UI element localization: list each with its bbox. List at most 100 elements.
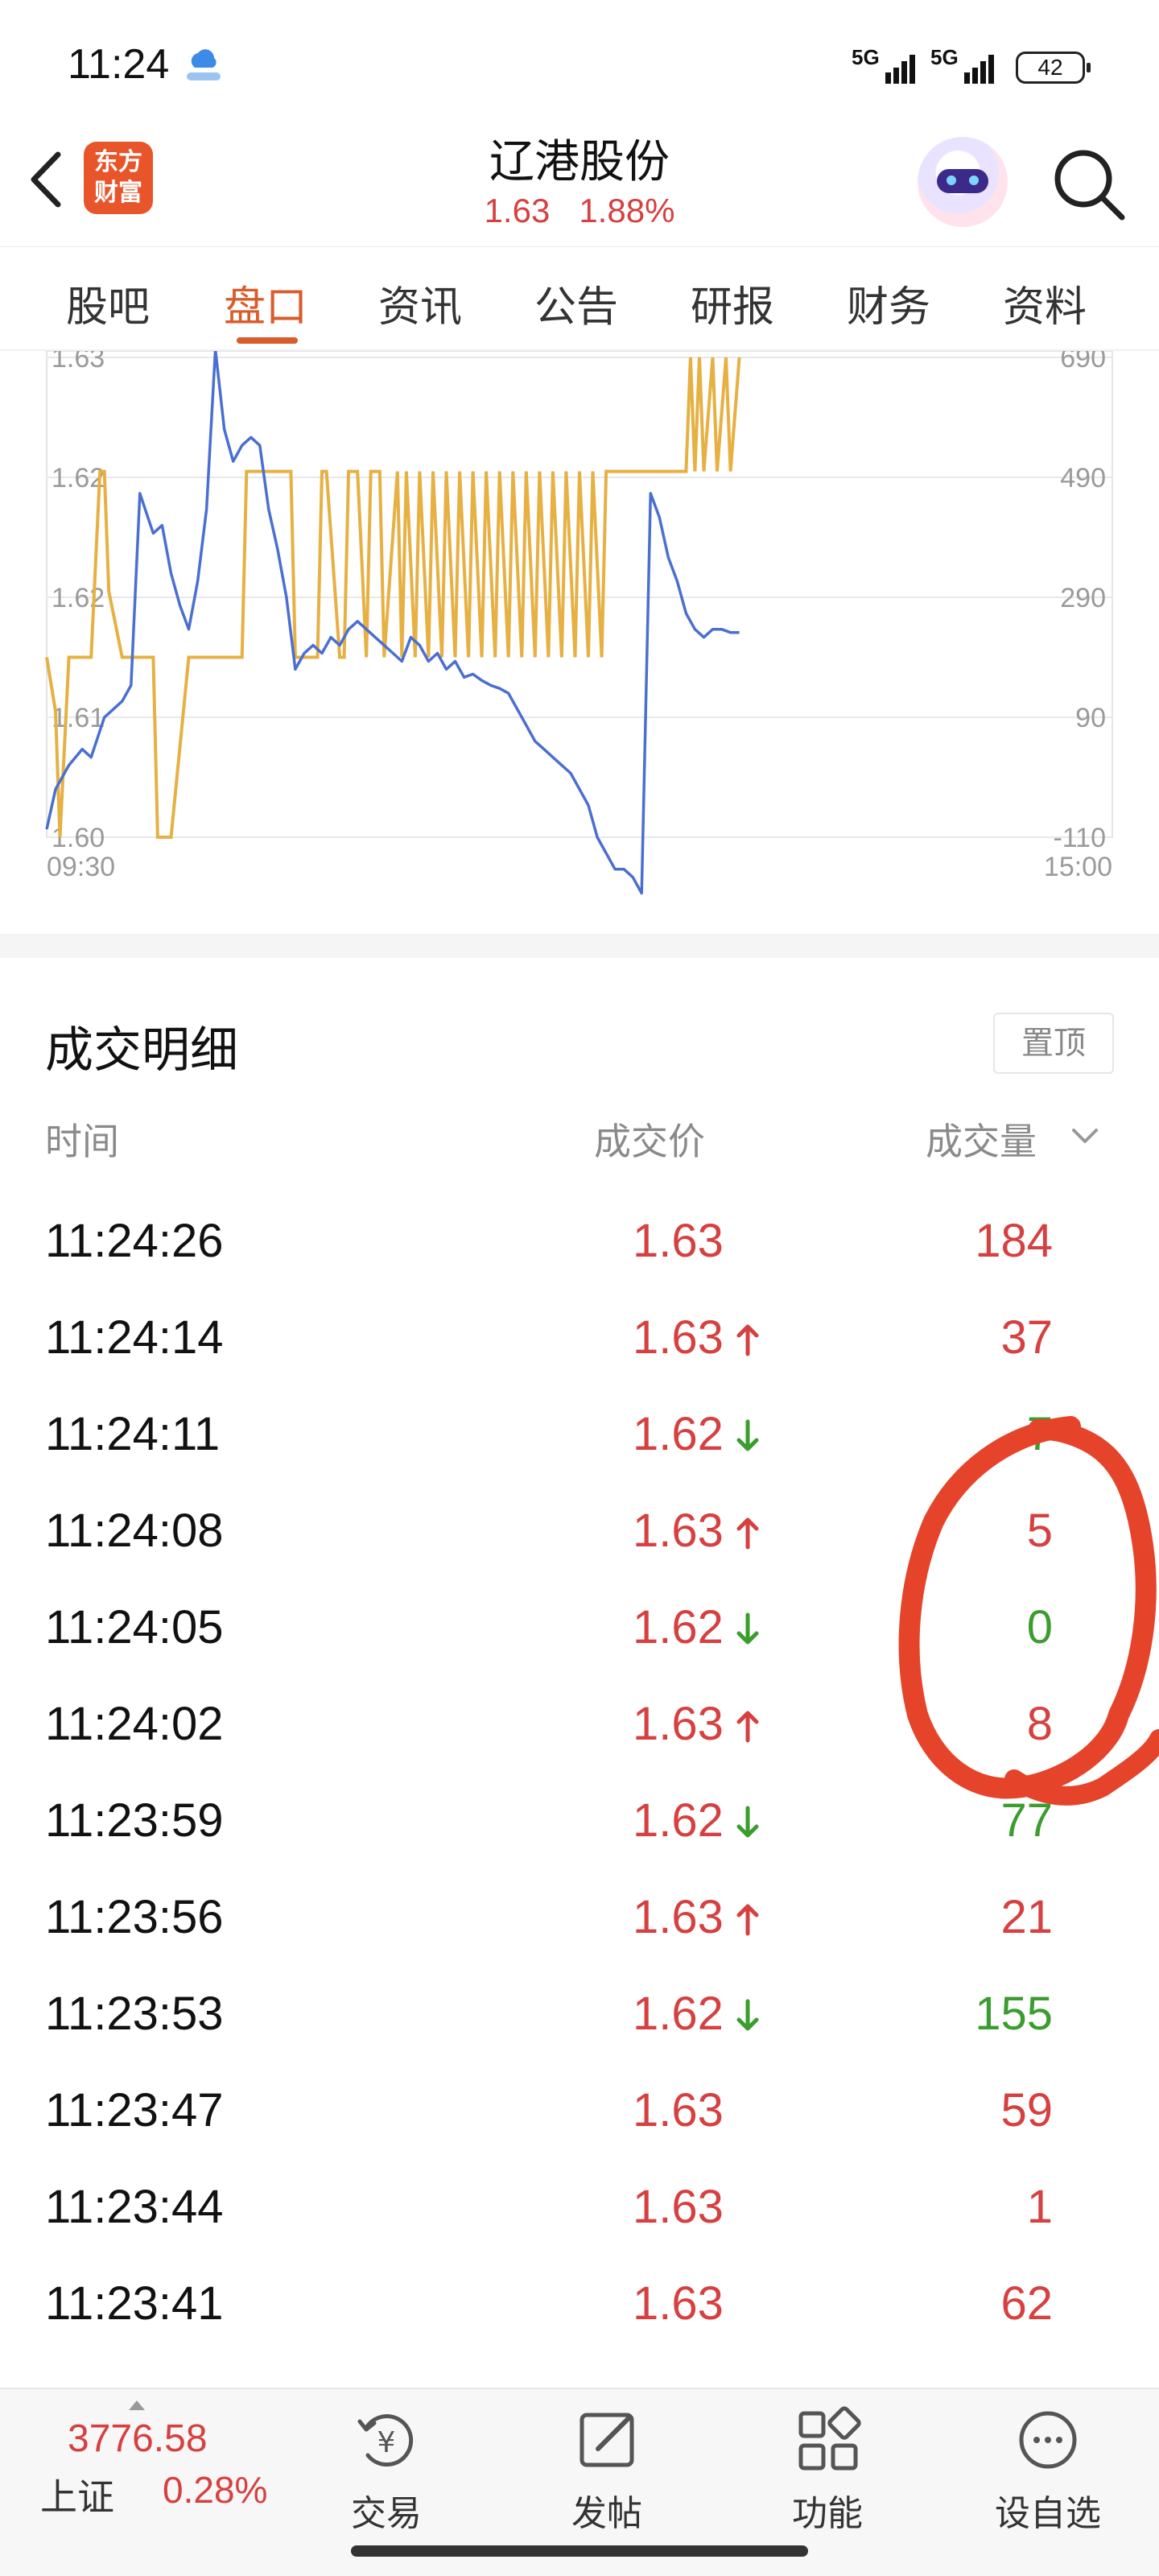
table-row: 11:24:26 1.63 184 [0,1203,1159,1299]
table-row: 11:23:44 1.63 1 [0,2169,1159,2265]
trade-time: 11:24:26 [45,1215,224,1267]
functions-icon [798,2406,861,2471]
trade-price: 1.62 [633,1601,724,1653]
watchlist-icon [1019,2411,1077,2469]
chevron-down-icon[interactable] [1069,1124,1101,1148]
right-axis-tick: -110 [1053,823,1106,853]
trade-volume: 77 [1000,1794,1053,1847]
signal-bars-icon [964,55,994,84]
svg-text:¥: ¥ [377,2426,396,2459]
right-axis-tick: 690 [1060,351,1106,374]
stock-header: 东方 财富 辽港股份 1.63 1.88% [0,121,1159,246]
status-time: 11:24 [68,41,170,88]
trade-time: 11:23:59 [45,1794,224,1847]
nav-trade[interactable]: ¥ 交易 [306,2404,467,2541]
price-series-line [45,351,740,895]
table-row: 11:24:08 1.63 5 [0,1492,1159,1589]
table-row: 11:23:41 1.63 62 [0,2265,1159,2362]
caret-up-icon [129,2401,145,2410]
tab-profile[interactable]: 资料 [1003,273,1087,333]
table-row: 11:24:02 1.63 8 [0,1686,1159,1782]
table-row: 11:23:59 1.62 77 [0,1782,1159,1879]
tab-news[interactable]: 资讯 [378,273,462,333]
right-axis-tick: 490 [1060,463,1106,493]
trade-time: 11:23:44 [45,2181,224,2233]
chart-frame [46,351,1113,838]
trade-volume: 184 [975,1215,1053,1267]
trade-volume: 155 [975,1988,1053,2040]
status-bar: 11:24 5G 5G 42 [0,0,1159,121]
signal-bars-icon [885,55,915,84]
active-tab-indicator [237,337,298,344]
trade-time: 11:24:11 [45,1408,221,1460]
index-change[interactable]: 0.28% [163,2468,267,2512]
trade-volume: 7 [1026,1408,1053,1460]
intraday-chart[interactable]: 69049029090-1101.631.621.621.611.6009:30… [0,351,1159,914]
table-row: 11:23:53 1.62 155 [0,1975,1159,2072]
trade-volume: 62 [1000,2277,1053,2330]
left-axis-tick: 1.63 [52,351,105,374]
x-axis-start-label: 09:30 [47,852,115,882]
trade-volume: 0 [1026,1601,1053,1653]
trade-price: 1.63 [633,2277,724,2330]
table-row: 11:23:47 1.63 59 [0,2072,1159,2169]
tab-announcements[interactable]: 公告 [534,273,618,333]
trade-detail-title: 成交明细 [45,1022,238,1079]
table-row: 11:24:14 1.63 37 [0,1299,1159,1396]
arrow-down-icon [736,1806,759,1838]
nav-post[interactable]: 发帖 [526,2404,687,2541]
trade-price: 1.63 [633,2084,724,2136]
nav-watchlist[interactable]: 设自选 [967,2404,1128,2541]
table-row: 11:23:56 1.63 21 [0,1879,1159,1975]
tab-finance[interactable]: 财务 [847,273,930,333]
trade-icon: ¥ [357,2414,414,2467]
index-name[interactable]: 上证 [40,2468,114,2521]
column-header-price: 成交价 [594,1120,705,1163]
stock-price: 1.63 [484,192,551,229]
section-divider [0,934,1159,958]
tab-guba[interactable]: 股吧 [66,273,150,333]
trade-time: 11:24:05 [45,1601,224,1653]
trade-price: 1.63 [633,1215,724,1267]
trade-volume: 1 [1026,2181,1053,2233]
trade-time: 11:24:14 [45,1311,224,1364]
index-value[interactable]: 3776.58 [68,2417,208,2461]
trade-price: 1.62 [633,1408,724,1460]
trade-volume: 8 [1026,1698,1053,1750]
trade-time: 11:23:53 [45,1988,224,2040]
trade-price: 1.63 [633,1698,724,1750]
table-row: 11:24:05 1.62 0 [0,1589,1159,1686]
arrow-down-icon [736,1612,759,1645]
cloud-app-icon [187,49,221,80]
home-indicator [351,2545,808,2557]
trade-time: 11:23:41 [45,2277,224,2330]
trade-time: 11:24:08 [45,1505,224,1557]
tab-research[interactable]: 研报 [691,273,774,333]
column-header-time: 时间 [45,1120,119,1163]
arrow-up-icon [736,1517,759,1550]
stock-change-pct: 1.88% [579,192,675,229]
tab-pankou[interactable]: 盘口 [224,273,307,333]
left-axis-tick: 1.61 [52,703,105,733]
search-icon[interactable] [1048,143,1128,224]
trade-price: 1.63 [633,1891,724,1943]
trade-price: 1.62 [633,1988,724,2040]
left-axis-tick: 1.62 [52,463,105,493]
right-axis-tick: 90 [1075,703,1106,733]
trade-time: 11:23:47 [45,2084,224,2136]
signal-indicator-2: 5G [930,45,1003,85]
x-axis-end-label: 15:00 [1044,852,1112,882]
pin-to-top-button[interactable]: 置顶 [993,1013,1114,1074]
trade-price: 1.62 [633,1794,724,1847]
trade-price: 1.63 [633,2181,724,2233]
arrow-up-icon [736,1711,759,1743]
robot-assistant-avatar[interactable] [918,137,1008,227]
column-header-volume[interactable]: 成交量 [926,1113,1037,1166]
trade-price: 1.63 [633,1505,724,1557]
trade-volume: 21 [1000,1891,1053,1943]
arrow-down-icon [736,1419,759,1451]
battery-indicator: 42 [1016,52,1091,84]
trade-volume: 5 [1026,1505,1053,1557]
trade-price: 1.63 [633,1311,724,1364]
nav-functions[interactable]: 功能 [747,2404,908,2541]
